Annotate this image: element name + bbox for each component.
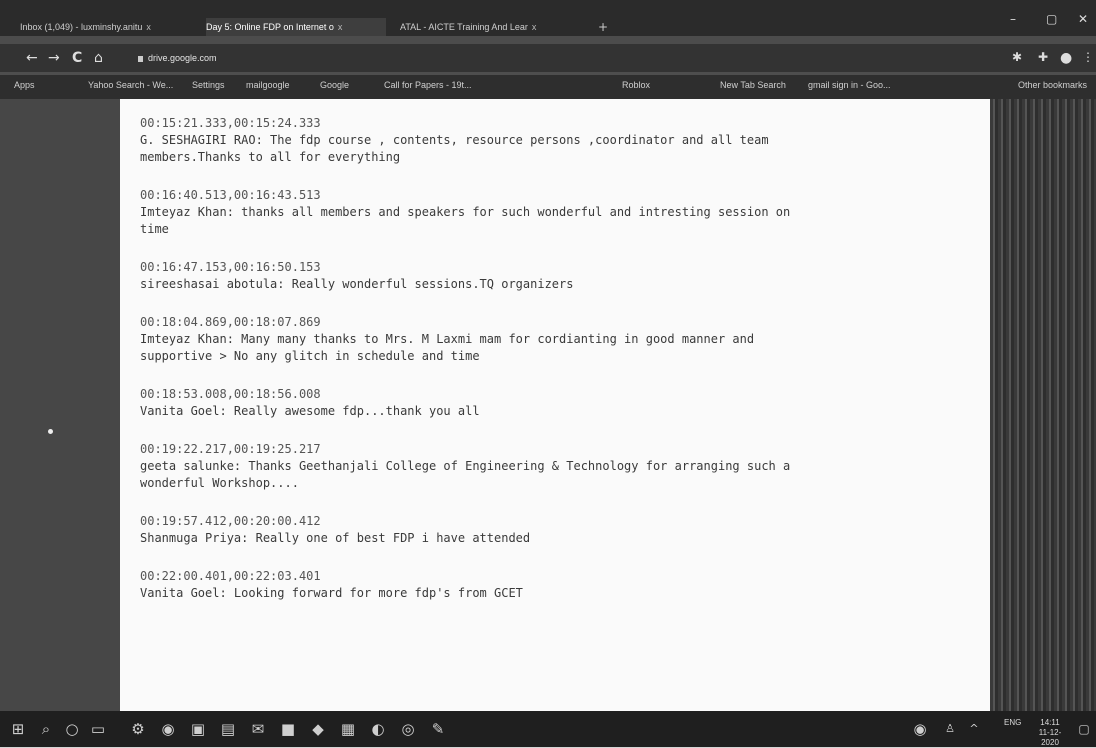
transcript-entry: 00:18:53.008,00:18:56.008 Vanita Goel: R… xyxy=(140,386,980,420)
app-icon[interactable]: ◆ xyxy=(308,719,328,739)
tab-atal[interactable]: ATAL - AICTE Training And Lear x xyxy=(400,18,590,36)
clock-date: 11-12-2020 xyxy=(1038,728,1062,747)
cortana-icon[interactable]: ○ xyxy=(62,719,82,739)
lock-icon xyxy=(138,55,143,62)
people-icon[interactable]: ♙ xyxy=(940,719,960,739)
message: geeta salunke: Thanks Geethanjali Colleg… xyxy=(140,459,791,490)
timestamp: 00:19:57.412,00:20:00.412 xyxy=(140,514,321,528)
word-icon[interactable]: ▦ xyxy=(338,719,358,739)
transcript-entry: 00:19:57.412,00:20:00.412 Shanmuga Priya… xyxy=(140,513,980,547)
settings-icon[interactable]: ⚙ xyxy=(128,719,148,739)
bookmark-roblox[interactable]: Roblox xyxy=(622,80,650,90)
help-icon[interactable]: ◉ xyxy=(910,719,930,739)
store-icon[interactable]: ▤ xyxy=(218,719,238,739)
message: Imteyaz Khan: thanks all members and spe… xyxy=(140,205,791,236)
language-indicator[interactable]: ENG xyxy=(1004,718,1021,728)
transcript-entry: 00:18:04.869,00:18:07.869 Imteyaz Khan: … xyxy=(140,314,980,365)
bookmark-google[interactable]: Google xyxy=(320,80,349,90)
message: Imteyaz Khan: Many many thanks to Mrs. M… xyxy=(140,332,755,363)
screen: Inbox (1,049) - luxminshy.anitu x Day 5: … xyxy=(0,0,1096,747)
bookmark-yahoo[interactable]: Yahoo Search - We... xyxy=(88,80,173,90)
transcript-entry: 00:16:40.513,00:16:43.513 Imteyaz Khan: … xyxy=(140,187,980,238)
transcript-entry: 00:19:22.217,00:19:25.217 geeta salunke:… xyxy=(140,441,980,492)
url-field[interactable]: drive.google.com xyxy=(138,50,498,66)
tab-fdp[interactable]: Day 5: Online FDP on Internet o x xyxy=(206,18,386,36)
url-text: drive.google.com xyxy=(148,53,217,63)
viewer-right-margin xyxy=(990,99,1096,711)
media-icon[interactable]: ■ xyxy=(278,719,298,739)
tab-strip: Inbox (1,049) - luxminshy.anitu x Day 5: … xyxy=(0,0,1096,36)
bookmark-apps[interactable]: Apps xyxy=(14,80,35,90)
bookmark-settings[interactable]: Settings xyxy=(192,80,225,90)
bookmarks-bar: Apps Yahoo Search - We... Settings mailg… xyxy=(0,75,1096,99)
search-icon[interactable]: ⌕ xyxy=(36,719,56,739)
transcript: 00:15:21.333,00:15:24.333 G. SESHAGIRI R… xyxy=(140,115,980,623)
timestamp: 00:16:40.513,00:16:43.513 xyxy=(140,188,321,202)
photos-icon[interactable]: ▣ xyxy=(188,719,208,739)
whatsapp-icon[interactable]: ◎ xyxy=(398,719,418,739)
notifications-icon[interactable]: ▢ xyxy=(1074,719,1094,739)
pen-icon[interactable]: ✎ xyxy=(428,719,448,739)
bookmark-other[interactable]: Other bookmarks xyxy=(1018,80,1087,90)
tray-chevron-icon[interactable]: ^ xyxy=(964,719,984,739)
close-window-button[interactable]: ✕ xyxy=(1078,12,1088,26)
firefox-icon[interactable]: ◐ xyxy=(368,719,388,739)
close-tab-icon[interactable]: x xyxy=(338,22,343,32)
home-button[interactable]: ⌂ xyxy=(94,50,103,66)
message: Vanita Goel: Really awesome fdp...thank … xyxy=(140,404,480,418)
clock[interactable]: 14:11 11-12-2020 xyxy=(1030,718,1070,748)
close-tab-icon[interactable]: x xyxy=(532,22,537,32)
transcript-entry: 00:22:00.401,00:22:03.401 Vanita Goel: L… xyxy=(140,568,980,602)
tab-label: Inbox (1,049) - luxminshy.anitu xyxy=(20,22,143,32)
document-page[interactable]: 00:15:21.333,00:15:24.333 G. SESHAGIRI R… xyxy=(120,99,990,711)
message: Vanita Goel: Looking forward for more fd… xyxy=(140,586,523,600)
message: Shanmuga Priya: Really one of best FDP i… xyxy=(140,531,531,545)
timestamp: 00:15:21.333,00:15:24.333 xyxy=(140,116,321,130)
tab-inbox[interactable]: Inbox (1,049) - luxminshy.anitu x xyxy=(20,18,200,36)
timestamp: 00:16:47.153,00:16:50.153 xyxy=(140,260,321,274)
cursor-dot xyxy=(48,429,53,434)
viewer-left-margin xyxy=(0,99,120,711)
mail-icon[interactable]: ✉ xyxy=(248,719,268,739)
bookmark-gmail[interactable]: gmail sign in - Goo... xyxy=(808,80,891,90)
tab-label: Day 5: Online FDP on Internet o xyxy=(206,22,334,32)
menu-icon[interactable]: ⋮ xyxy=(1082,50,1094,64)
extension-icon[interactable]: ✱ xyxy=(1012,50,1022,64)
close-tab-icon[interactable]: x xyxy=(146,22,151,32)
timestamp: 00:18:04.869,00:18:07.869 xyxy=(140,315,321,329)
profile-icon[interactable]: ● xyxy=(1060,50,1072,66)
message: G. SESHAGIRI RAO: The fdp course , conte… xyxy=(140,133,769,164)
bookmark-mailgoogle[interactable]: mailgoogle xyxy=(246,80,290,90)
minimize-button[interactable]: – xyxy=(1010,12,1016,26)
start-icon[interactable]: ⊞ xyxy=(8,719,28,739)
back-button[interactable]: ← xyxy=(26,50,38,66)
forward-button[interactable]: → xyxy=(48,50,60,66)
clock-time: 14:11 xyxy=(1040,718,1060,727)
message: sireeshasai abotula: Really wonderful se… xyxy=(140,277,574,291)
bookmark-call-for-papers[interactable]: Call for Papers - 19t... xyxy=(384,80,472,90)
new-tab-button[interactable]: + xyxy=(598,18,608,36)
timestamp: 00:18:53.008,00:18:56.008 xyxy=(140,387,321,401)
timestamp: 00:19:22.217,00:19:25.217 xyxy=(140,442,321,456)
reload-button[interactable]: C xyxy=(72,50,82,66)
bookmark-new-tab-search[interactable]: New Tab Search xyxy=(720,80,786,90)
taskbar: ⊞ ⌕ ○ ▭ ⚙ ◉ ▣ ▤ ✉ ■ ◆ ▦ ◐ ◎ ✎ ◉ ♙ ^ ENG … xyxy=(0,711,1096,747)
transcript-entry: 00:15:21.333,00:15:24.333 G. SESHAGIRI R… xyxy=(140,115,980,166)
address-bar: ← → C ⌂ drive.google.com ✱ ✚ ● ⋮ xyxy=(0,44,1096,72)
maximize-button[interactable]: ▢ xyxy=(1046,12,1057,26)
transcript-entry: 00:16:47.153,00:16:50.153 sireeshasai ab… xyxy=(140,259,980,293)
puzzle-icon[interactable]: ✚ xyxy=(1038,50,1048,64)
timestamp: 00:22:00.401,00:22:03.401 xyxy=(140,569,321,583)
task-view-icon[interactable]: ▭ xyxy=(88,719,108,739)
chrome-icon[interactable]: ◉ xyxy=(158,719,178,739)
tab-label: ATAL - AICTE Training And Lear xyxy=(400,22,528,32)
